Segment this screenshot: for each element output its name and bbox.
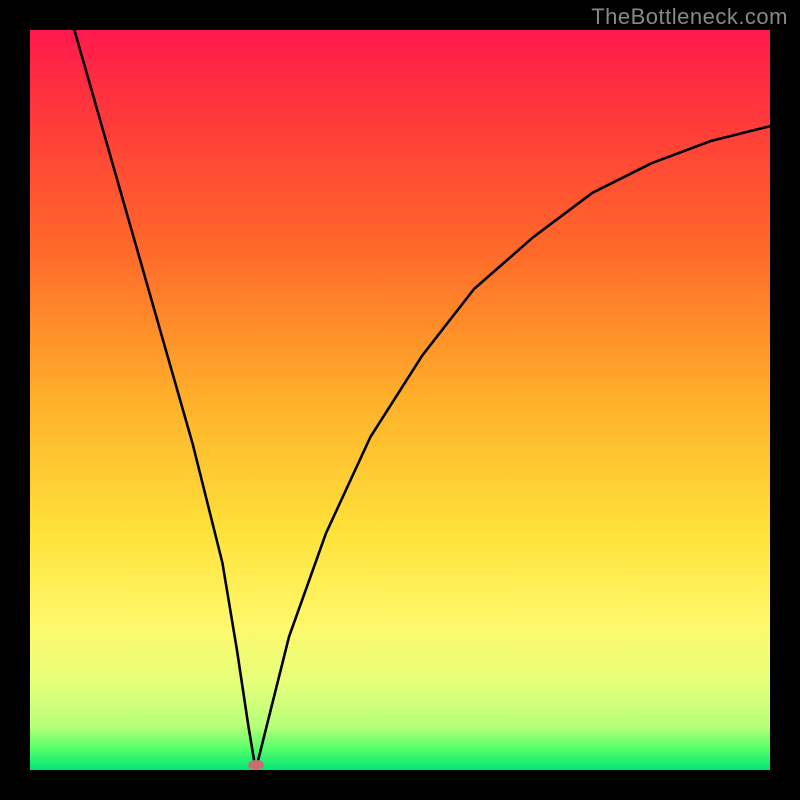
watermark-text: TheBottleneck.com bbox=[591, 4, 788, 30]
optimum-marker bbox=[248, 760, 264, 770]
bottleneck-curve bbox=[30, 30, 770, 770]
plot-area bbox=[30, 30, 770, 770]
chart-frame: TheBottleneck.com bbox=[0, 0, 800, 800]
